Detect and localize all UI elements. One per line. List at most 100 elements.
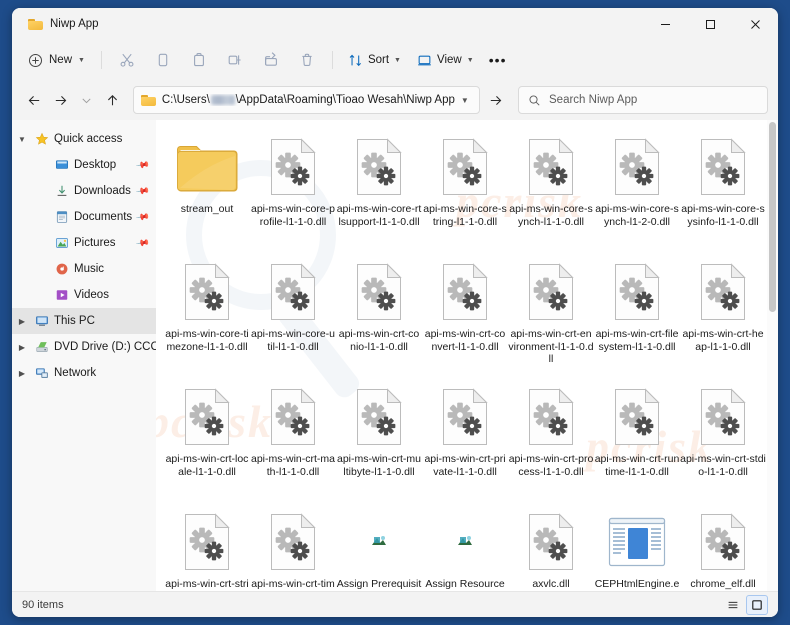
scissors-icon bbox=[120, 53, 134, 67]
sort-button[interactable]: Sort ▼ bbox=[341, 46, 408, 74]
file-icon-wrap bbox=[343, 259, 415, 325]
pc-icon bbox=[32, 314, 52, 328]
delete-button[interactable] bbox=[290, 46, 324, 74]
share-button[interactable] bbox=[254, 46, 288, 74]
star-icon bbox=[32, 132, 52, 146]
file-tile[interactable]: api-ms-win-crt-math-l1-1-0.dll bbox=[250, 378, 336, 503]
file-tile[interactable]: api-ms-win-core-profile-l1-1-0.dll bbox=[250, 128, 336, 253]
sidebar-item-videos[interactable]: Videos bbox=[12, 282, 156, 308]
downloads-icon bbox=[57, 185, 67, 196]
file-tile[interactable]: CEPHtmlEngine.exe bbox=[594, 503, 680, 591]
file-tile[interactable]: chrome_elf.dll bbox=[680, 503, 766, 591]
file-icon-wrap bbox=[257, 259, 329, 325]
copy-button[interactable] bbox=[146, 46, 180, 74]
file-tile[interactable]: api-ms-win-crt-stdio-l1-1-0.dll bbox=[680, 378, 766, 503]
view-button[interactable]: View ▼ bbox=[410, 46, 481, 74]
file-name-label: api-ms-win-core-synch-l1-1-0.dll bbox=[509, 203, 593, 228]
music-icon bbox=[56, 263, 68, 275]
file-tile[interactable]: api-ms-win-core-string-l1-1-0.dll bbox=[422, 128, 508, 253]
file-tile[interactable]: api-ms-win-core-rtlsupport-l1-1-0.dll bbox=[336, 128, 422, 253]
file-tile[interactable]: Assign Resources.bmp bbox=[422, 503, 508, 591]
sidebar-item-downloads[interactable]: Downloads 📌 bbox=[12, 178, 156, 204]
overflow-menu-button[interactable]: ••• bbox=[483, 46, 513, 74]
scrollbar-thumb[interactable] bbox=[769, 122, 776, 312]
sidebar-item-documents[interactable]: Documents 📌 bbox=[12, 204, 156, 230]
cut-button[interactable] bbox=[110, 46, 144, 74]
close-button[interactable] bbox=[733, 8, 778, 40]
paste-button[interactable] bbox=[182, 46, 216, 74]
file-tile[interactable]: api-ms-win-crt-string-l1-1-0.dll bbox=[164, 503, 250, 591]
file-name-label: Assign Resources.bmp bbox=[425, 578, 505, 591]
large-icons-view-button[interactable] bbox=[746, 594, 768, 615]
file-tile[interactable]: api-ms-win-crt-runtime-l1-1-0.dll bbox=[594, 378, 680, 503]
new-button-label: New bbox=[49, 54, 73, 66]
file-tile[interactable]: api-ms-win-core-synch-l1-2-0.dll bbox=[594, 128, 680, 253]
file-tile[interactable]: api-ms-win-crt-locale-l1-1-0.dll bbox=[164, 378, 250, 503]
vertical-scrollbar[interactable] bbox=[767, 120, 778, 591]
dll-icon bbox=[441, 388, 489, 446]
file-tile[interactable]: api-ms-win-core-util-l1-1-0.dll bbox=[250, 253, 336, 378]
file-name-label: chrome_elf.dll bbox=[690, 578, 756, 590]
pin-icon[interactable]: 📌 bbox=[135, 157, 150, 172]
list-view-icon bbox=[728, 601, 738, 608]
music-icon bbox=[52, 262, 72, 276]
file-tile[interactable]: api-ms-win-crt-heap-l1-1-0.dll bbox=[680, 253, 766, 378]
maximize-button[interactable] bbox=[688, 8, 733, 40]
file-tile[interactable]: api-ms-win-crt-process-l1-1-0.dll bbox=[508, 378, 594, 503]
dll-icon bbox=[699, 388, 747, 446]
minimize-button[interactable] bbox=[643, 8, 688, 40]
file-name-label: stream_out bbox=[180, 203, 234, 215]
dll-icon bbox=[441, 138, 489, 196]
recent-locations-button[interactable] bbox=[74, 86, 98, 114]
file-tile[interactable]: api-ms-win-crt-filesystem-l1-1-0.dll bbox=[594, 253, 680, 378]
chevron-right-icon[interactable]: ▶ bbox=[12, 317, 32, 326]
go-button[interactable] bbox=[484, 86, 508, 114]
sidebar-item-music[interactable]: Music bbox=[12, 256, 156, 282]
pictures-icon bbox=[56, 238, 68, 248]
pin-icon[interactable]: 📌 bbox=[135, 209, 150, 224]
chevron-right-icon[interactable]: ▶ bbox=[12, 343, 32, 352]
chevron-right-icon[interactable]: ▶ bbox=[12, 369, 32, 378]
sidebar-item-quick-access[interactable]: ▼ Quick access bbox=[12, 126, 156, 152]
up-button[interactable] bbox=[101, 86, 125, 114]
forward-button[interactable] bbox=[48, 86, 72, 114]
explorer-tab[interactable]: Niwp App bbox=[22, 9, 111, 39]
sidebar-item-network[interactable]: ▶ Network bbox=[12, 360, 156, 386]
sidebar-item-desktop[interactable]: Desktop 📌 bbox=[12, 152, 156, 178]
chevron-down-icon[interactable]: ▼ bbox=[461, 96, 475, 105]
file-tile[interactable]: api-ms-win-core-timezone-l1-1-0.dll bbox=[164, 253, 250, 378]
dll-icon bbox=[613, 388, 661, 446]
file-tile[interactable]: api-ms-win-crt-environment-l1-1-0.dll bbox=[508, 253, 594, 378]
rename-button[interactable] bbox=[218, 46, 252, 74]
pin-icon[interactable]: 📌 bbox=[135, 183, 150, 198]
search-input[interactable]: Search Niwp App bbox=[549, 94, 637, 106]
list-view-button[interactable] bbox=[722, 595, 744, 615]
search-box[interactable]: Search Niwp App bbox=[518, 86, 769, 114]
file-tile[interactable]: api-ms-win-crt-private-l1-1-0.dll bbox=[422, 378, 508, 503]
file-tile[interactable]: api-ms-win-crt-time-l1-1-0.dll bbox=[250, 503, 336, 591]
arrow-right-icon bbox=[491, 95, 502, 105]
file-tile[interactable]: api-ms-win-crt-conio-l1-1-0.dll bbox=[336, 253, 422, 378]
sidebar-item-pictures[interactable]: Pictures 📌 bbox=[12, 230, 156, 256]
sidebar-item-dvd-drive-d-cccc[interactable]: ▶ DVD Drive (D:) CCCC bbox=[12, 334, 156, 360]
toolbar-divider-2 bbox=[331, 51, 333, 69]
chevron-down-icon[interactable]: ▼ bbox=[12, 135, 32, 144]
file-icon-wrap bbox=[601, 134, 673, 200]
file-grid: stream_out api-ms-win-core-profile-l1-1-… bbox=[156, 120, 778, 591]
address-input[interactable]: C:\Users\ \AppData\Roaming\Tioao Wesah\Ni… bbox=[132, 86, 480, 114]
sidebar-item-this-pc[interactable]: ▶ This PC bbox=[12, 308, 156, 334]
dll-icon bbox=[613, 263, 661, 321]
file-tile[interactable]: api-ms-win-crt-convert-l1-1-0.dll bbox=[422, 253, 508, 378]
file-tile[interactable]: api-ms-win-core-synch-l1-1-0.dll bbox=[508, 128, 594, 253]
pin-icon[interactable]: 📌 bbox=[135, 235, 150, 250]
file-tile[interactable]: api-ms-win-crt-multibyte-l1-1-0.dll bbox=[336, 378, 422, 503]
file-tile[interactable]: Assign Prerequisites.bmp bbox=[336, 503, 422, 591]
new-button[interactable]: New ▼ bbox=[22, 46, 93, 74]
file-tile[interactable]: stream_out bbox=[164, 128, 250, 253]
back-button[interactable] bbox=[22, 86, 46, 114]
file-tile[interactable]: axvlc.dll bbox=[508, 503, 594, 591]
copy-icon bbox=[158, 53, 168, 67]
arrow-left-icon bbox=[28, 95, 39, 105]
arrow-up-icon bbox=[108, 94, 118, 105]
file-tile[interactable]: api-ms-win-core-sysinfo-l1-1-0.dll bbox=[680, 128, 766, 253]
